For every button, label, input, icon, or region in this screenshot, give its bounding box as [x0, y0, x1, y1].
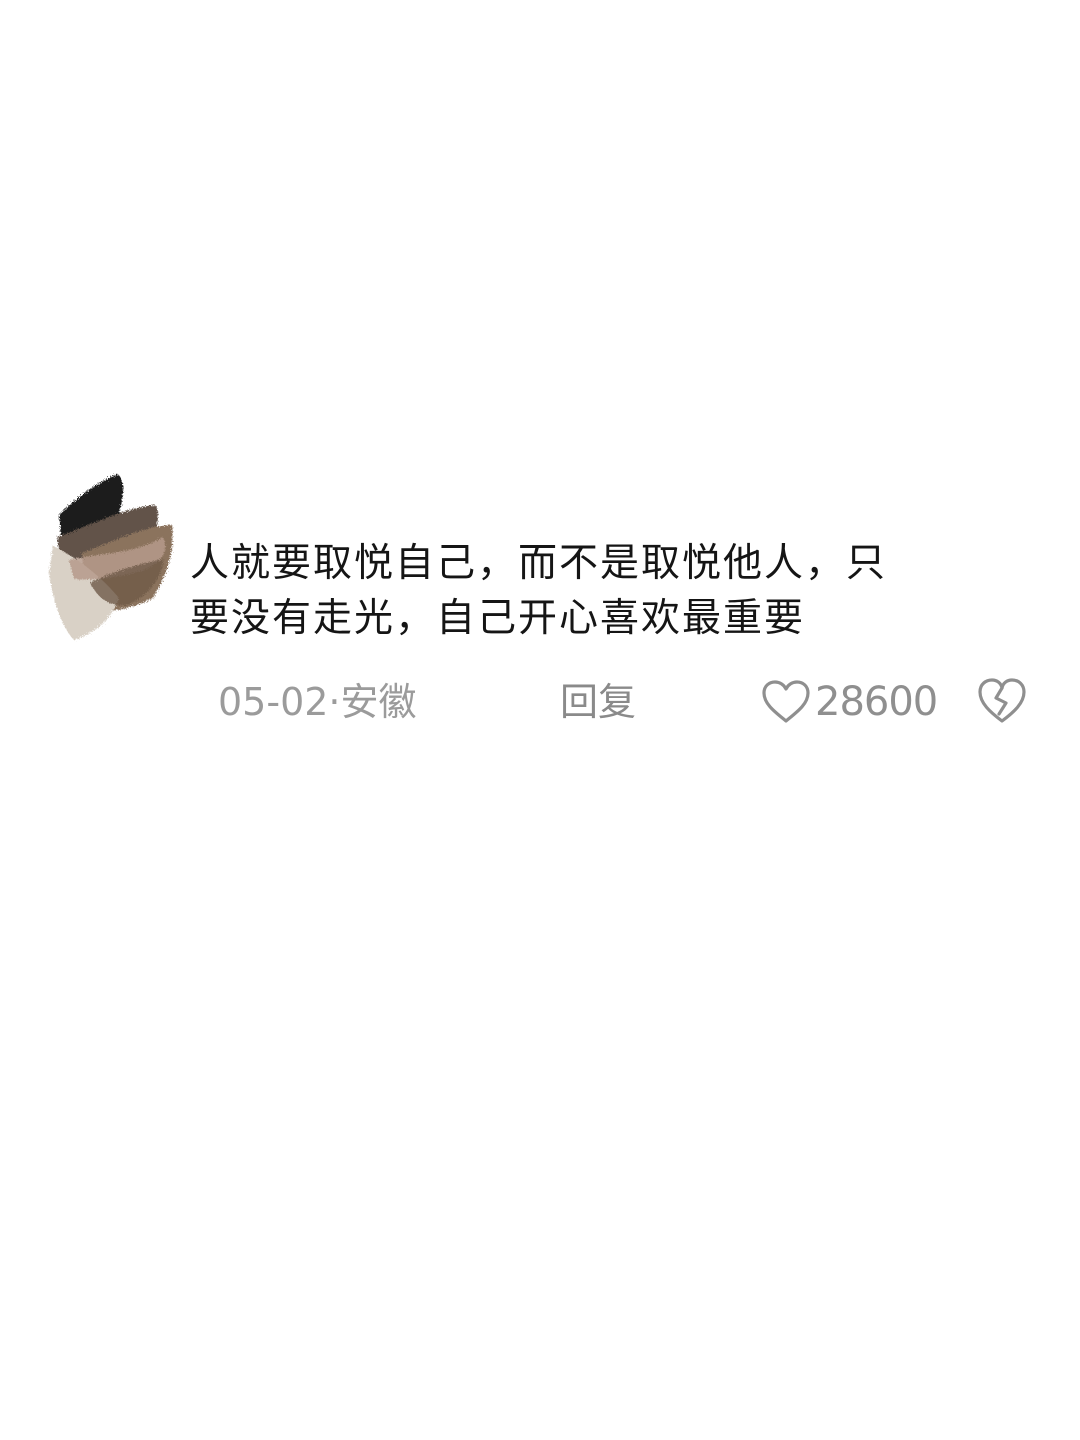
- like-count: 28600: [815, 679, 938, 725]
- meta-separator: ·: [328, 680, 341, 724]
- comment-text: 人就要取悦自己，而不是取悦他人，只 要没有走光，自己开心喜欢最重要: [190, 536, 980, 646]
- like-button[interactable]: 28600: [760, 672, 938, 732]
- comment-location: 安徽: [340, 680, 417, 724]
- comment-text-line-2: 要没有走光，自己开心喜欢最重要: [190, 596, 806, 641]
- comment-meta: 05-02·安徽: [218, 672, 417, 732]
- comment-text-line-1: 人就要取悦自己，而不是取悦他人，只: [190, 541, 888, 586]
- broken-heart-icon: [978, 678, 1026, 723]
- comment-date: 05-02: [218, 680, 329, 724]
- comment-actions-row: 05-02·安徽 回复 28600: [218, 672, 1048, 732]
- reply-button[interactable]: 回复: [560, 672, 636, 732]
- dislike-button[interactable]: [976, 677, 1028, 725]
- avatar[interactable]: [44, 470, 186, 642]
- brush-stroke-avatar-icon: [49, 474, 173, 640]
- comment-item: 人就要取悦自己，而不是取悦他人，只 要没有走光，自己开心喜欢最重要 05-02·…: [0, 0, 1080, 1440]
- heart-icon: [760, 680, 812, 724]
